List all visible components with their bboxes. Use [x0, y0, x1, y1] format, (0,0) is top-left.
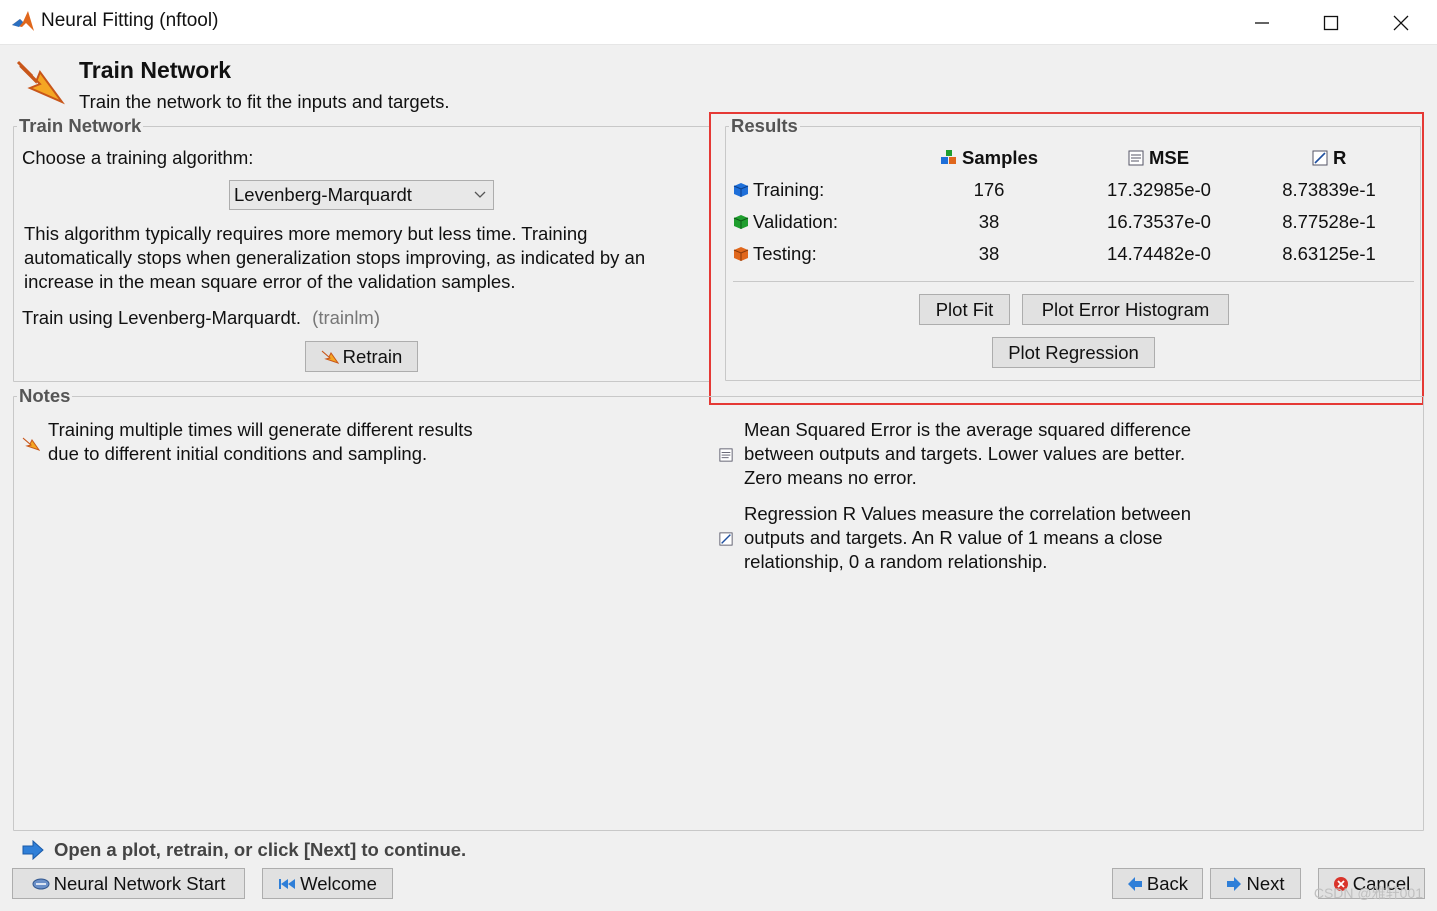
- back-label: Back: [1146, 872, 1189, 894]
- arrow-right-icon: [22, 840, 44, 860]
- mse-note-line-2: between outputs and targets. Lower value…: [744, 443, 1186, 464]
- arrow-right-icon: [1227, 876, 1242, 891]
- next-label: Next: [1246, 872, 1285, 894]
- close-button[interactable]: [1366, 0, 1436, 45]
- network-start-icon: [32, 878, 50, 889]
- matlab-icon: [12, 11, 34, 31]
- algorithm-description-line-3: increase in the mean square error of the…: [24, 271, 516, 292]
- mse-note-line-3: Zero means no error.: [744, 467, 917, 488]
- training-note-line-2: due to different initial conditions and …: [48, 443, 428, 464]
- algorithm-select-value: Levenberg-Marquardt: [234, 184, 412, 205]
- next-button[interactable]: Next: [1210, 868, 1301, 899]
- page-subtitle: Train the network to fit the inputs and …: [79, 91, 450, 112]
- train-arrow-icon: [22, 437, 40, 451]
- mse-icon: [719, 448, 733, 462]
- back-button[interactable]: Back: [1112, 868, 1203, 899]
- neural-network-start-label: Neural Network Start: [53, 872, 226, 894]
- maximize-icon: [1323, 15, 1339, 30]
- notes-label: Notes: [17, 385, 73, 407]
- rewind-icon: [279, 878, 296, 889]
- results-highlight-box: [709, 112, 1424, 405]
- minimize-icon: [1255, 21, 1269, 24]
- minimize-button[interactable]: [1227, 0, 1297, 45]
- retrain-label: Retrain: [342, 345, 403, 367]
- r-note-line-1: Regression R Values measure the correlat…: [744, 503, 1191, 524]
- status-message: Open a plot, retrain, or click [Next] to…: [54, 839, 467, 860]
- chevron-down-icon: [474, 191, 486, 198]
- choose-algorithm-label: Choose a training algorithm:: [22, 147, 254, 168]
- mse-note-line-1: Mean Squared Error is the average square…: [744, 419, 1192, 440]
- close-icon: [1393, 15, 1409, 30]
- train-using-text: Train using Levenberg-Marquardt.: [22, 307, 302, 328]
- window-title: Neural Fitting (nftool): [41, 10, 219, 31]
- algorithm-description-line-1: This algorithm typically requires more m…: [24, 223, 588, 244]
- neural-network-start-button[interactable]: Neural Network Start: [12, 868, 245, 899]
- retrain-button[interactable]: Retrain: [305, 341, 418, 372]
- train-arrow-icon: [16, 60, 66, 105]
- training-note-line-1: Training multiple times will generate di…: [48, 419, 473, 440]
- r-note-line-2: outputs and targets. An R value of 1 mea…: [744, 527, 1163, 548]
- title-bar: Neural Fitting (nftool): [0, 0, 1437, 45]
- train-function-name: (trainlm): [312, 307, 381, 328]
- arrow-left-icon: [1127, 876, 1142, 891]
- train-arrow-icon: [321, 350, 339, 364]
- algorithm-description-line-2: automatically stops when generalization …: [24, 247, 646, 268]
- watermark: CSDN @雅轩001: [1313, 885, 1423, 901]
- welcome-label: Welcome: [300, 872, 377, 894]
- train-network-label: Train Network: [17, 115, 144, 137]
- r-note-line-3: relationship, 0 a random relationship.: [744, 551, 1048, 572]
- page-title: Train Network: [79, 57, 232, 83]
- regression-icon: [719, 532, 733, 546]
- train-using-label: Train using Levenberg-Marquardt. (trainl…: [22, 306, 380, 330]
- maximize-button[interactable]: [1296, 0, 1366, 45]
- algorithm-select[interactable]: Levenberg-Marquardt: [229, 180, 494, 210]
- welcome-button[interactable]: Welcome: [262, 868, 393, 899]
